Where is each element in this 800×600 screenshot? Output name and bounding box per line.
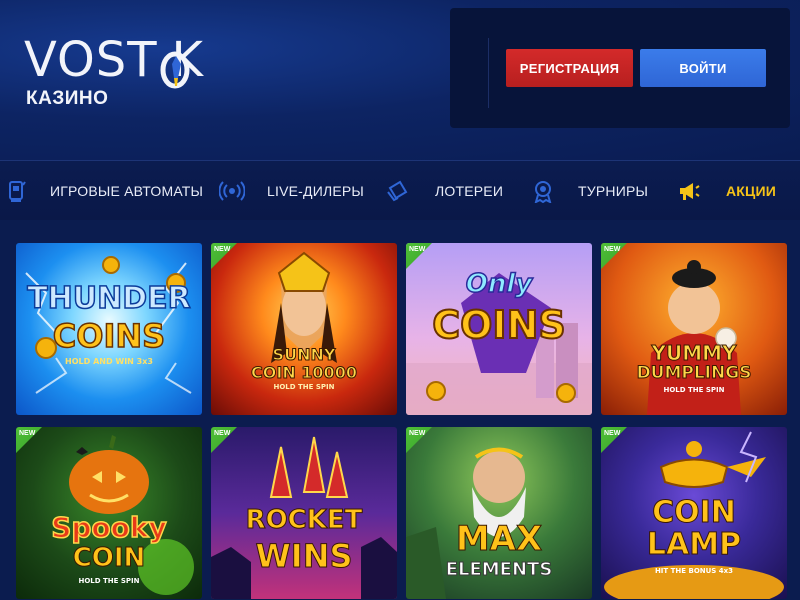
game-title-line2: WINS <box>255 537 353 576</box>
new-badge-label: NEW <box>409 430 426 437</box>
nav-item-slots[interactable]: ИГРОВЫЕ АВТОМАТЫ <box>4 161 203 221</box>
game-subtitle: HIT THE BONUS 4x3 <box>654 567 734 575</box>
slot-machine-icon <box>4 178 30 204</box>
game-title-line1: MAX <box>455 519 543 560</box>
game-subtitle: HOLD AND WIN 3x3 <box>65 357 153 366</box>
auth-divider <box>488 38 489 108</box>
game-title-line2: COIN 10000 <box>251 363 358 383</box>
game-tile-rocket-wins[interactable]: NEW ROCKET WINS <box>211 427 397 599</box>
login-button[interactable]: ВОЙТИ <box>640 49 766 87</box>
game-title-line1: THUNDER <box>26 280 191 317</box>
nav-item-promotions[interactable]: АКЦИИ <box>676 161 776 221</box>
nav-item-label: ИГРОВЫЕ АВТОМАТЫ <box>50 182 204 199</box>
nav-item-lotteries[interactable]: ЛОТЕРЕИ <box>385 161 503 221</box>
game-title-line1: YUMMY <box>651 341 737 366</box>
live-broadcast-icon <box>219 178 245 204</box>
game-subtitle: HOLD THE SPIN <box>273 383 335 391</box>
nav-item-label: LIVE-ДИЛЕРЫ <box>267 182 365 199</box>
game-subtitle: HOLD THE SPIN <box>663 386 725 394</box>
game-subtitle: HOLD THE SPIN <box>78 577 140 585</box>
logo-wordmark: VOST K <box>24 32 204 89</box>
logo-rocket-o-icon <box>159 46 190 89</box>
nav-item-label: ЛОТЕРЕИ <box>435 182 504 199</box>
register-button[interactable]: РЕГИСТРАЦИЯ <box>506 49 633 87</box>
game-title-line1: SUNNY <box>272 345 336 365</box>
nav-item-label: АКЦИИ <box>726 182 777 199</box>
game-tile-only-coins[interactable]: NEW Only COINS <box>406 243 592 415</box>
vostok-casino-logo[interactable]: VOST K КАЗИНО <box>24 34 204 124</box>
site-header: VOST K КАЗИНО РЕГИСТРАЦИЯ ВОЙТИ <box>0 0 800 160</box>
game-title-line1: ROCKET <box>245 505 363 536</box>
game-tile-thunder-coins[interactable]: THUNDER COINS HOLD AND WIN 3x3 <box>16 243 202 415</box>
game-title-line2: COINS <box>431 302 567 348</box>
game-title-line2: DUMPLINGS <box>636 363 752 384</box>
game-title-line2: COIN <box>72 543 146 574</box>
megaphone-icon <box>676 178 702 204</box>
logo-subtitle: КАЗИНО <box>26 88 109 109</box>
new-badge-label: NEW <box>214 246 231 253</box>
logo-text-left: VOST <box>24 32 158 88</box>
nav-item-live-dealers[interactable]: LIVE-ДИЛЕРЫ <box>219 161 364 221</box>
games-grid: THUNDER COINS HOLD AND WIN 3x3 NEW SUNNY… <box>0 220 800 600</box>
new-badge-label: NEW <box>19 430 36 437</box>
tournament-medal-icon <box>530 178 556 204</box>
game-tile-spooky-coin[interactable]: NEW Spooky COIN HOLD THE SPIN <box>16 427 202 599</box>
nav-item-tournaments[interactable]: ТУРНИРЫ <box>530 161 648 221</box>
new-badge-label: NEW <box>604 246 621 253</box>
game-title-line2: LAMP <box>646 527 742 563</box>
new-badge-label: NEW <box>409 246 426 253</box>
game-tile-sunny-coin[interactable]: NEW SUNNY COIN 10000 HOLD THE SPIN <box>211 243 397 415</box>
game-title-line2: ELEMENTS <box>445 559 553 581</box>
game-title-line2: COINS <box>52 316 166 356</box>
game-title-line1: COIN <box>652 495 737 531</box>
new-badge-label: NEW <box>604 430 621 437</box>
auth-panel: РЕГИСТРАЦИЯ ВОЙТИ <box>450 8 790 128</box>
nav-item-label: ТУРНИРЫ <box>578 182 649 199</box>
main-navigation: ИГРОВЫЕ АВТОМАТЫ LIVE-ДИЛЕРЫ ЛОТЕРЕИ ТУР… <box>0 160 800 220</box>
new-badge-label: NEW <box>214 430 231 437</box>
game-tile-yummy-dumplings[interactable]: NEW YUMMY DUMPLINGS HOLD THE SPIN <box>601 243 787 415</box>
game-title-line1: Spooky <box>50 510 167 545</box>
game-title-line1: Only <box>465 268 533 300</box>
game-tile-max-elements[interactable]: NEW MAX ELEMENTS <box>406 427 592 599</box>
game-tile-coin-lamp[interactable]: NEW COIN LAMP HIT THE BONUS 4x3 <box>601 427 787 599</box>
lottery-tickets-icon <box>385 178 411 204</box>
